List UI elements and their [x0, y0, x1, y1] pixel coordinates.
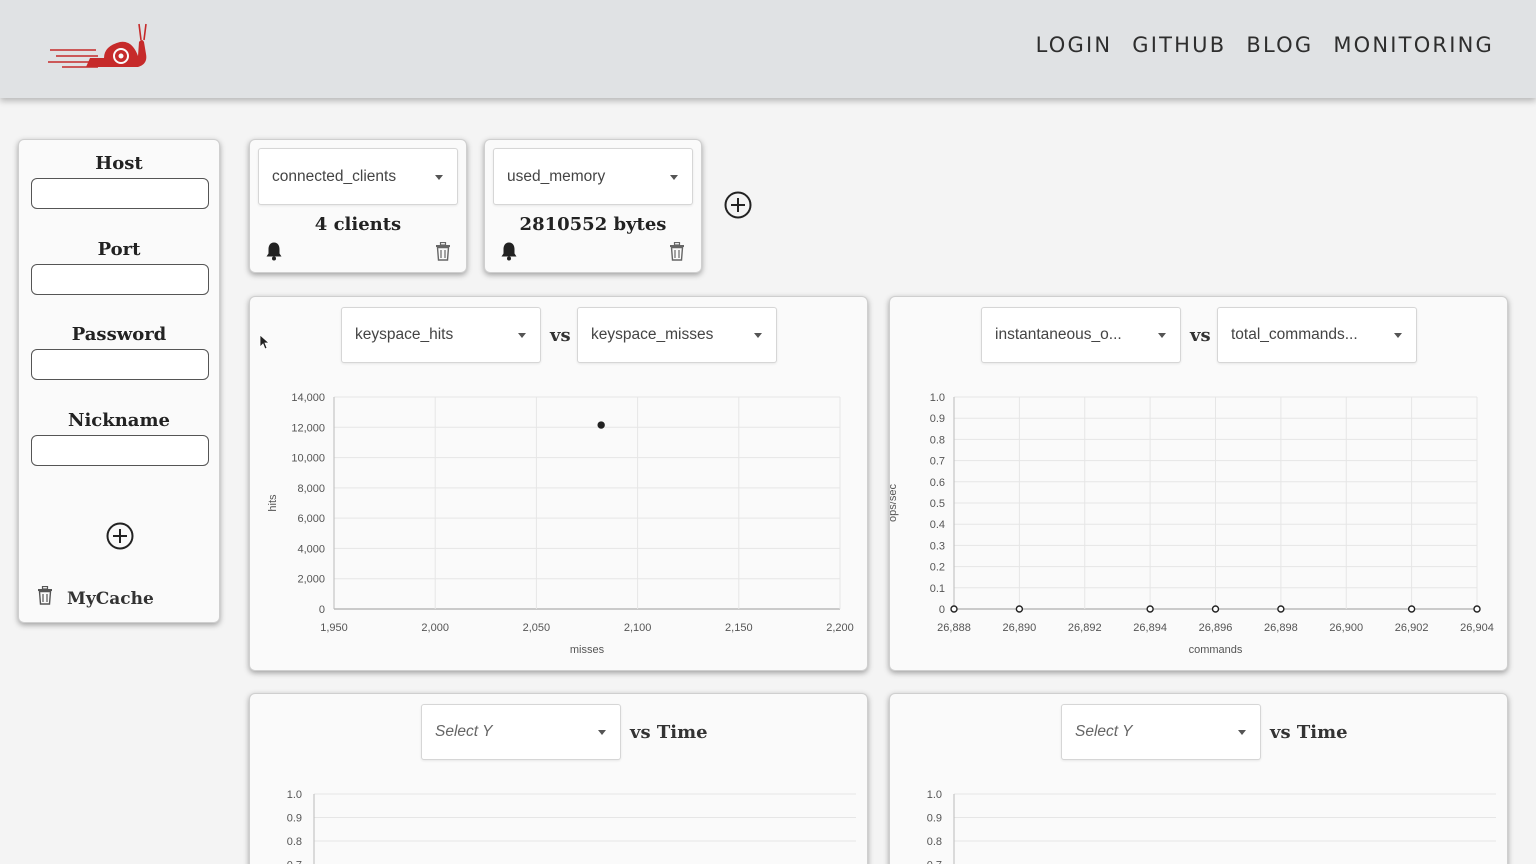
y-tick-label: 0.1 — [930, 583, 945, 595]
data-point — [597, 421, 605, 429]
nav-github[interactable]: GITHUB — [1132, 33, 1226, 57]
metric-value-2: 2810552 bytes — [519, 214, 667, 235]
nav-monitoring[interactable]: MONITORING — [1333, 33, 1494, 57]
alert-bell-icon[interactable] — [500, 241, 518, 261]
alert-bell-icon[interactable] — [265, 241, 283, 261]
scatter-chart-card-2: instantaneous_o... vs total_commands... … — [889, 296, 1508, 671]
saved-cache-name[interactable]: MyCache — [67, 589, 154, 609]
metric-select-2[interactable]: used_memory — [493, 148, 693, 205]
x-tick-label: 1,950 — [320, 622, 348, 634]
x-tick-label: 2,100 — [624, 622, 652, 634]
metric-value-1: 4 clients — [314, 214, 402, 235]
connection-panel: Host Port Password Nickname MyCache — [18, 139, 220, 623]
time-chart-2: 1.0 0.9 0.8 0.7 — [927, 789, 1496, 864]
main-nav: LOGIN GITHUB BLOG MONITORING — [1036, 33, 1494, 57]
x-tick-label: 2,000 — [421, 622, 449, 634]
y-tick-label: 1.0 — [930, 392, 945, 404]
snail-logo-icon[interactable] — [46, 20, 152, 72]
nav-blog[interactable]: BLOG — [1246, 33, 1313, 57]
password-label: Password — [71, 324, 167, 345]
x-tick-label: 26,902 — [1395, 622, 1429, 634]
nav-login[interactable]: LOGIN — [1036, 33, 1113, 57]
add-metric-plus-icon[interactable] — [723, 190, 753, 220]
delete-metric-trash-icon[interactable] — [435, 242, 451, 261]
x-tick-label: 26,890 — [1003, 622, 1037, 634]
y-tick-label: 0.8 — [927, 836, 942, 848]
y-tick-label: 12,000 — [291, 422, 325, 434]
y-tick-label: 0.6 — [930, 477, 945, 489]
y-tick-label: 1.0 — [287, 789, 302, 801]
y-tick-label: 4,000 — [297, 543, 325, 555]
data-point — [1015, 605, 1024, 613]
add-connection-plus-icon[interactable] — [105, 521, 135, 551]
x-tick-label: 26,892 — [1068, 622, 1102, 634]
y-tick-label: 0 — [939, 604, 945, 616]
y-axis-label: hits — [267, 494, 279, 512]
nickname-label: Nickname — [68, 410, 170, 431]
y-tick-label: 10,000 — [291, 453, 325, 465]
x-axis-label: commands — [1189, 644, 1243, 656]
mouse-cursor-icon — [259, 334, 269, 350]
delete-metric-trash-icon[interactable] — [669, 242, 685, 261]
data-point — [1473, 605, 1481, 613]
y-tick-label: 0.7 — [927, 860, 942, 864]
x-tick-label: 26,898 — [1264, 622, 1298, 634]
port-input[interactable] — [31, 264, 209, 295]
x-axis-label: misses — [570, 644, 605, 656]
data-point — [1211, 605, 1220, 613]
chevron-down-icon — [670, 174, 678, 180]
x-tick-label: 2,200 — [826, 622, 854, 634]
x-tick-label: 2,150 — [725, 622, 753, 634]
y-axis-label: ops/sec — [890, 484, 899, 522]
metric-card-used-memory: used_memory 2810552 bytes — [484, 139, 702, 273]
data-point — [1407, 605, 1416, 613]
y-tick-label: 6,000 — [297, 513, 325, 525]
host-input[interactable] — [31, 178, 209, 209]
y-tick-label: 0.2 — [930, 562, 945, 574]
x-tick-label: 26,900 — [1329, 622, 1363, 634]
time-chart-card-2: Select Y vs Time 1.00.90.80.7 — [889, 693, 1508, 864]
time-chart-1: 1.0 0.9 0.8 0.7 — [287, 789, 856, 864]
chevron-down-icon — [435, 174, 443, 180]
data-point — [1146, 605, 1154, 613]
nickname-input[interactable] — [31, 435, 209, 466]
y-tick-label: 2,000 — [297, 574, 325, 586]
scatter-chart-card-1: keyspace_hits vs keyspace_misses 0 2,000 4… — [249, 296, 868, 671]
host-label: Host — [95, 153, 143, 174]
y-tick-label: 0.8 — [930, 434, 945, 446]
y-tick-label: 14,000 — [291, 392, 325, 404]
y-tick-label: 0.7 — [287, 860, 302, 864]
x-tick-label: 26,896 — [1199, 622, 1233, 634]
x-tick-label: 26,894 — [1133, 622, 1167, 634]
data-point — [950, 605, 958, 613]
top-bar: LOGIN GITHUB BLOG MONITORING — [0, 0, 1536, 98]
y-tick-label: 1.0 — [927, 789, 942, 801]
time-chart-card-1: Select Y vs Time 1.00.90.80.7 — [249, 693, 868, 864]
y-tick-label: 0.7 — [930, 456, 945, 468]
password-input[interactable] — [31, 349, 209, 380]
y-tick-label: 0.3 — [930, 540, 945, 552]
y-tick-label: 0 — [319, 604, 325, 616]
x-tick-label: 26,904 — [1460, 622, 1494, 634]
metric-select-1[interactable]: connected_clients — [258, 148, 458, 205]
x-tick-label: 2,050 — [523, 622, 551, 634]
port-label: Port — [97, 239, 141, 260]
scatter-chart-hits-vs-misses: 0 2,000 4,000 6,000 8,000 10,000 12,000 14,000 1… — [267, 392, 854, 656]
y-tick-label: 0.9 — [930, 413, 945, 425]
y-tick-label: 0.8 — [287, 836, 302, 848]
x-tick-label: 26,888 — [937, 622, 971, 634]
y-tick-label: 0.9 — [927, 813, 942, 825]
y-tick-label: 0.9 — [287, 813, 302, 825]
metric-card-connected-clients: connected_clients 4 clients — [249, 139, 467, 273]
data-point — [1277, 605, 1285, 613]
delete-cache-trash-icon[interactable] — [37, 586, 53, 605]
y-tick-label: 0.5 — [930, 498, 945, 510]
scatter-chart-ops-vs-commands: 0 0.1 0.2 0.3 0.4 0.5 0.6 0.7 0.8 0.9 1.0 26,888 26,… — [890, 392, 1494, 656]
y-tick-label: 0.4 — [930, 519, 945, 531]
y-tick-label: 8,000 — [297, 483, 325, 495]
